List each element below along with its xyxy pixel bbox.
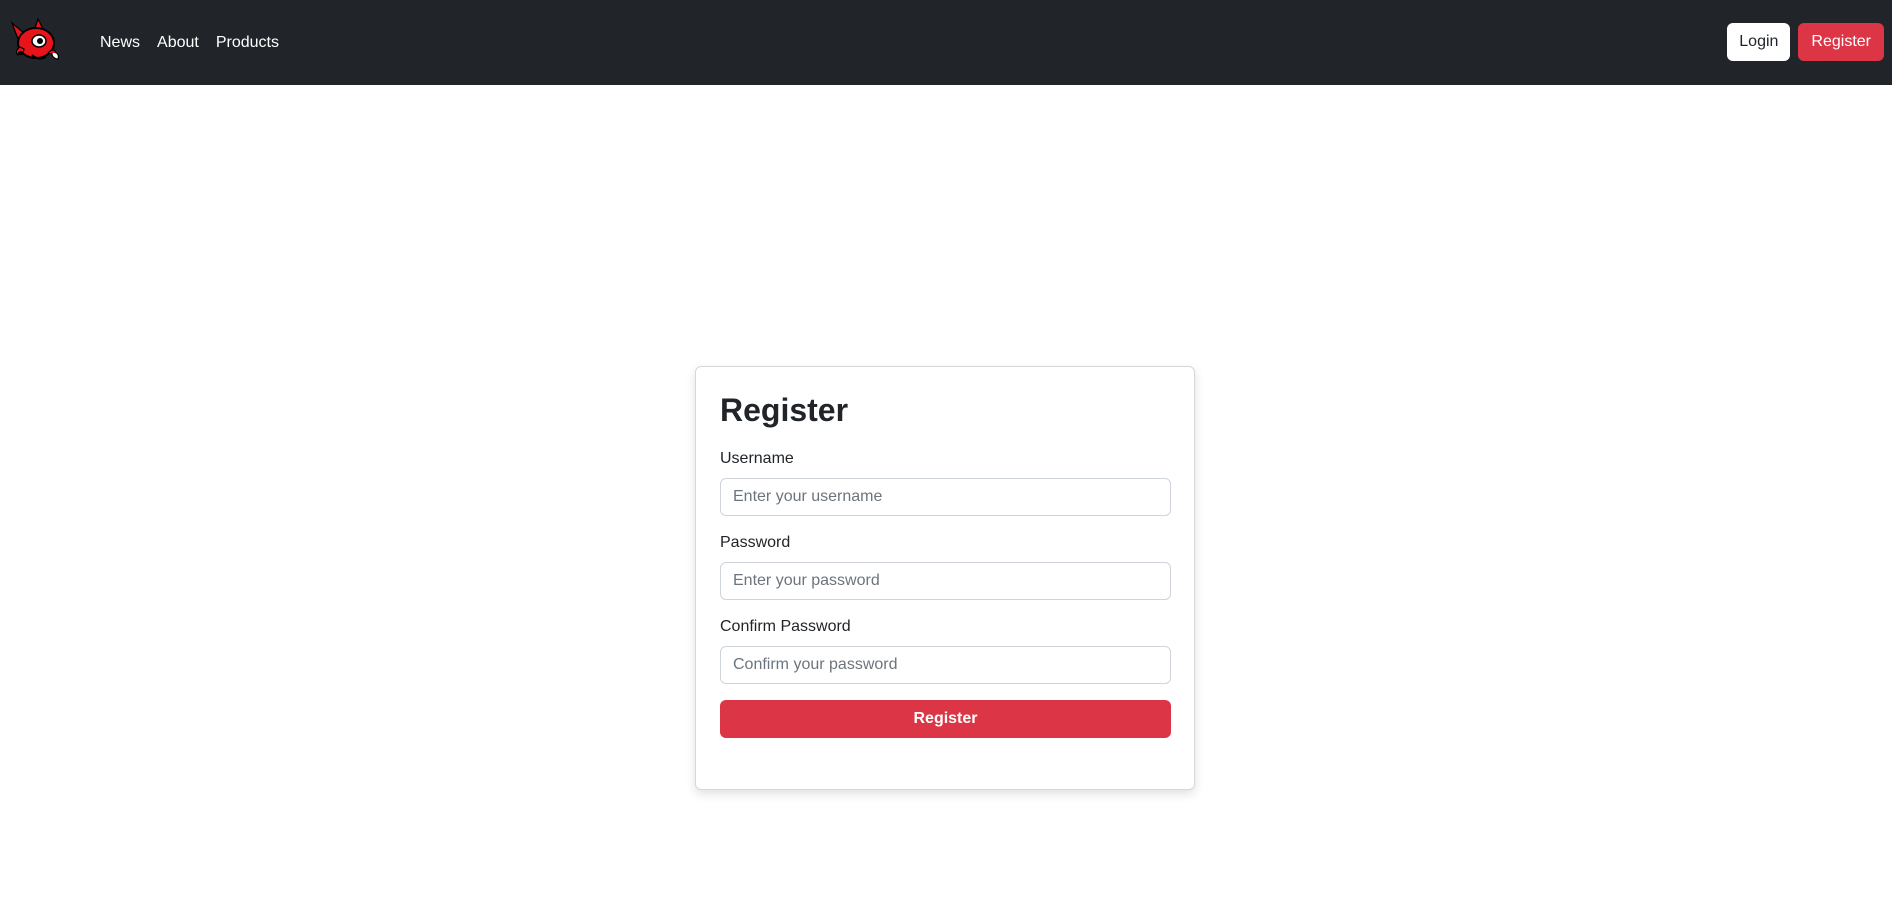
nav-link-products[interactable]: Products bbox=[216, 34, 279, 52]
register-nav-button[interactable]: Register bbox=[1798, 23, 1884, 61]
nav-auth-buttons: Login Register bbox=[1727, 23, 1884, 61]
logo-icon[interactable] bbox=[8, 17, 68, 67]
form-title: Register bbox=[720, 392, 849, 428]
password-label: Password bbox=[720, 534, 791, 551]
username-label: Username bbox=[720, 450, 794, 467]
nav-link-about[interactable]: About bbox=[157, 34, 199, 52]
username-input[interactable] bbox=[720, 478, 1171, 516]
nav-link-news[interactable]: News bbox=[100, 34, 140, 52]
top-navbar: News About Products Login Register bbox=[0, 0, 1892, 85]
login-button[interactable]: Login bbox=[1727, 23, 1791, 61]
password-input[interactable] bbox=[720, 562, 1171, 600]
register-form-card: Register Username Password Confirm Passw… bbox=[695, 366, 1195, 790]
confirm-password-input[interactable] bbox=[720, 646, 1171, 684]
nav-links: News About Products bbox=[100, 0, 279, 85]
register-submit-button[interactable]: Register bbox=[720, 700, 1171, 738]
confirm-password-label: Confirm Password bbox=[720, 618, 851, 635]
